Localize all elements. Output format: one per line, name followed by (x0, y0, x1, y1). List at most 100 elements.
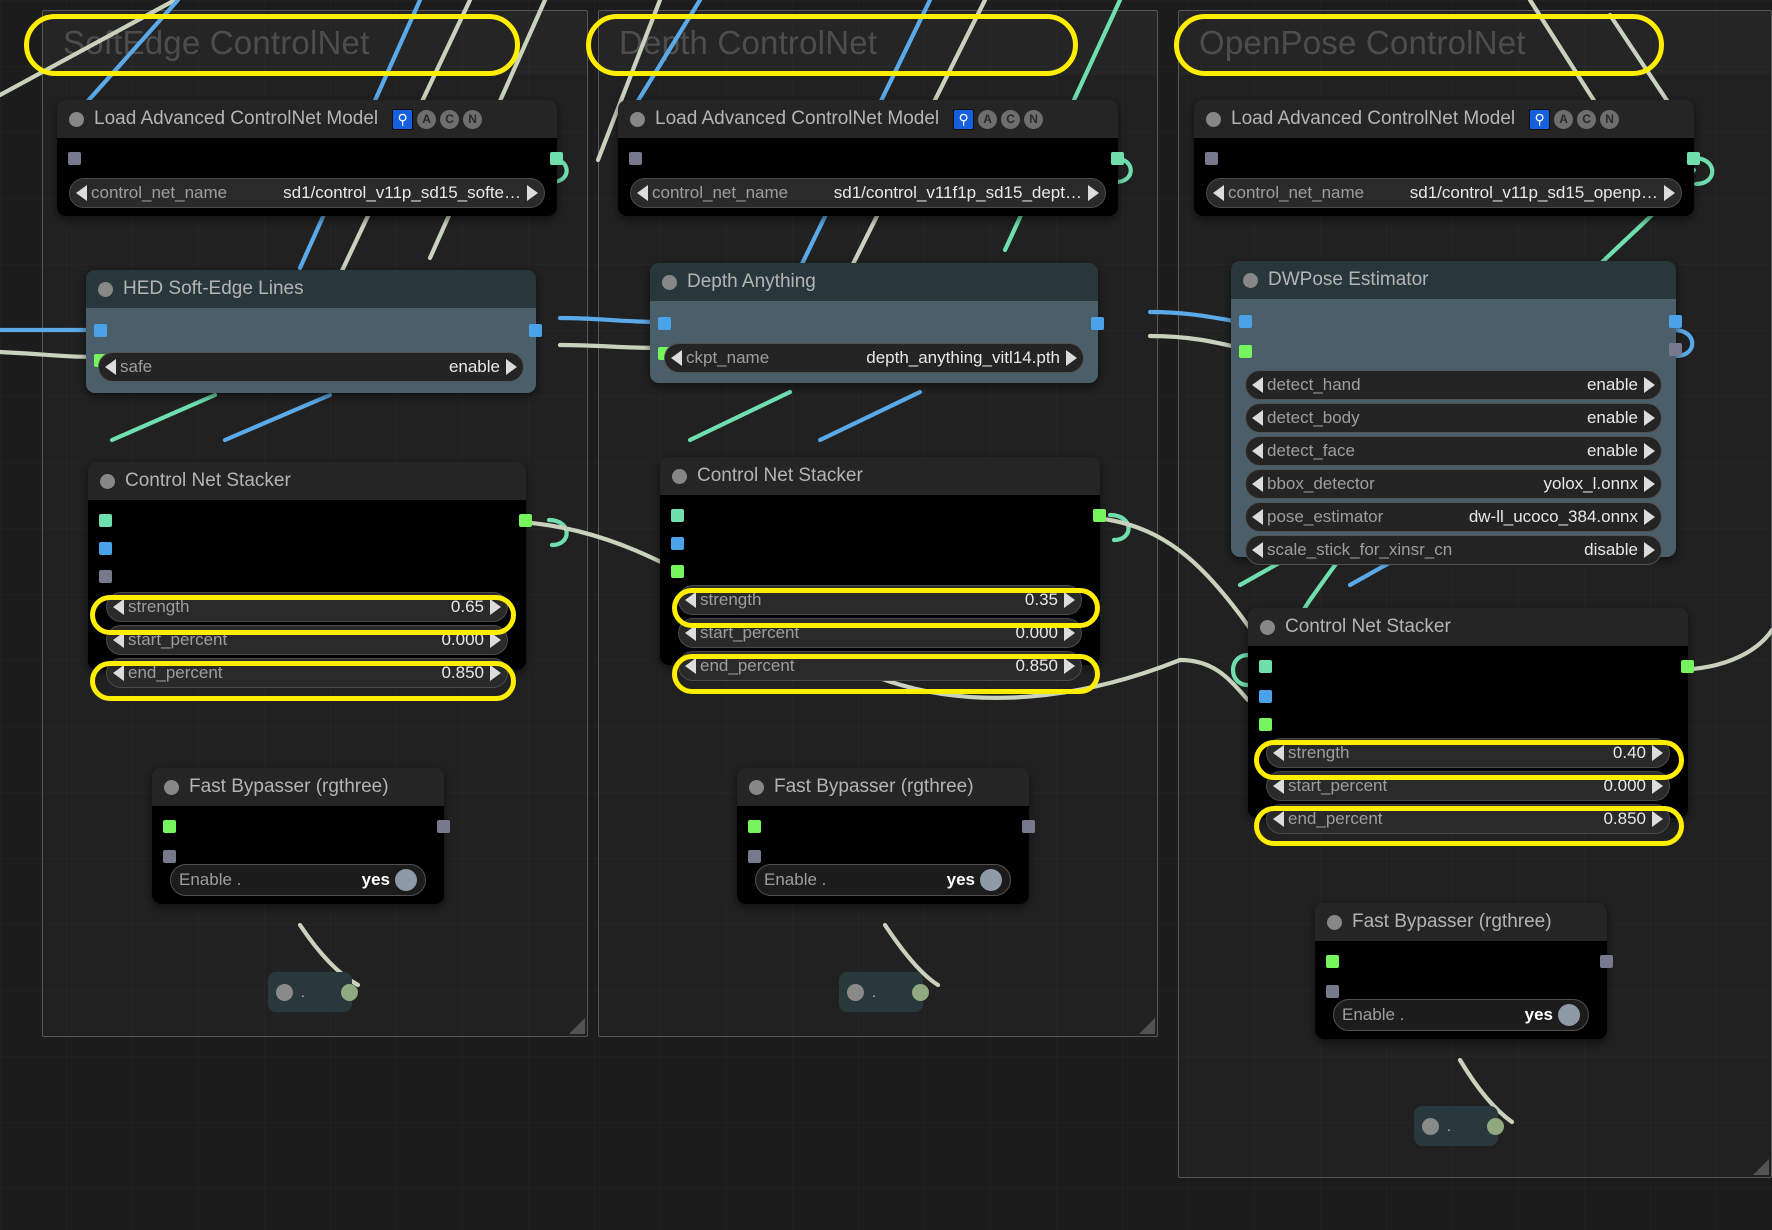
next-arrow-icon[interactable] (1088, 185, 1099, 201)
input-slot-green[interactable] (163, 820, 176, 833)
input-slot-green[interactable] (748, 820, 761, 833)
reroute-output-dot-icon[interactable] (912, 983, 929, 1001)
widget-start-percent[interactable]: start_percent 0.000 (106, 625, 508, 655)
prev-arrow-icon[interactable] (113, 665, 124, 681)
node-load-advanced-controlnet-model-openpose[interactable]: Load Advanced ControlNet Model ⚲ A C N c… (1194, 100, 1700, 216)
input-slot-gray[interactable] (1326, 985, 1339, 998)
collapse-dot-icon[interactable] (98, 281, 113, 297)
input-slot-image[interactable] (99, 542, 112, 555)
widget-enable-toggle[interactable]: Enable . yes (1333, 999, 1589, 1031)
prev-arrow-icon[interactable] (76, 185, 87, 201)
input-slot-gray[interactable] (629, 152, 642, 165)
input-slot-green[interactable] (1259, 718, 1272, 731)
node-title-bar[interactable]: HED Soft-Edge Lines (86, 270, 536, 308)
collapse-dot-icon[interactable] (100, 473, 115, 489)
group-title-depth[interactable]: Depth ControlNet (599, 11, 1157, 75)
prev-arrow-icon[interactable] (113, 632, 124, 648)
input-slot-gray[interactable] (99, 570, 112, 583)
widget-strength[interactable]: strength 0.65 (106, 592, 508, 622)
node-hed-soft-edge-lines[interactable]: HED Soft-Edge Lines safe enable (86, 270, 542, 393)
reroute-output-dot-icon[interactable] (341, 983, 358, 1001)
next-arrow-icon[interactable] (1064, 625, 1075, 641)
next-arrow-icon[interactable] (1652, 778, 1663, 794)
next-arrow-icon[interactable] (1064, 658, 1075, 674)
reroute-input-dot-icon[interactable] (1422, 1117, 1439, 1135)
prev-arrow-icon[interactable] (1252, 476, 1263, 492)
collapse-dot-icon[interactable] (69, 111, 84, 127)
node-title-bar[interactable]: Depth Anything (650, 263, 1098, 301)
prev-arrow-icon[interactable] (1273, 778, 1284, 794)
widget-ckpt-name[interactable]: ckpt_name depth_anything_vitl14.pth (664, 343, 1084, 373)
widget-safe[interactable]: safe enable (98, 352, 524, 382)
next-arrow-icon[interactable] (490, 599, 501, 615)
next-arrow-icon[interactable] (1644, 542, 1655, 558)
reroute-input-dot-icon[interactable] (276, 983, 293, 1001)
toggle-knob-icon[interactable] (980, 869, 1002, 891)
next-arrow-icon[interactable] (1664, 185, 1675, 201)
input-slot-image[interactable] (94, 324, 107, 337)
output-slot-cnet-stack[interactable] (519, 514, 532, 527)
widget-control-net-name[interactable]: control_net_name sd1/control_v11f1p_sd15… (630, 178, 1106, 208)
next-arrow-icon[interactable] (1652, 745, 1663, 761)
node-control-net-stacker-softedge[interactable]: Control Net Stacker strength 0.65 start_… (88, 462, 532, 688)
node-depth-anything[interactable]: Depth Anything ckpt_name depth_anything_… (650, 263, 1104, 383)
node-load-advanced-controlnet-model-softedge[interactable]: Load Advanced ControlNet Model ⚲ A C N c… (57, 100, 563, 216)
collapse-dot-icon[interactable] (1260, 619, 1275, 635)
prev-arrow-icon[interactable] (1252, 443, 1263, 459)
widget-end-percent[interactable]: end_percent 0.850 (106, 658, 508, 688)
reroute-input-dot-icon[interactable] (847, 983, 864, 1001)
widget-detect-face[interactable]: detect_face enable (1245, 436, 1662, 466)
output-slot-image[interactable] (1091, 317, 1104, 330)
widget-scale-stick-for-xinsr-cn[interactable]: scale_stick_for_xinsr_cn disable (1245, 535, 1662, 565)
output-slot-controlnet[interactable] (1111, 152, 1124, 165)
prev-arrow-icon[interactable] (105, 359, 116, 375)
reroute-output-dot-icon[interactable] (1487, 1117, 1504, 1135)
collapse-dot-icon[interactable] (1243, 272, 1258, 288)
group-resize-handle-depth[interactable] (1139, 1018, 1155, 1034)
next-arrow-icon[interactable] (1644, 443, 1655, 459)
node-title-bar[interactable]: Control Net Stacker (88, 462, 526, 500)
input-slot-image[interactable] (671, 537, 684, 550)
input-slot-cnet-stack[interactable] (99, 514, 112, 527)
node-title-bar[interactable]: Fast Bypasser (rgthree) (1315, 903, 1607, 941)
next-arrow-icon[interactable] (1066, 350, 1077, 366)
prev-arrow-icon[interactable] (1213, 185, 1224, 201)
widget-start-percent[interactable]: start_percent 0.000 (1266, 771, 1670, 801)
output-slot-gray[interactable] (1022, 820, 1035, 833)
prev-arrow-icon[interactable] (1252, 542, 1263, 558)
input-slot-image[interactable] (1259, 690, 1272, 703)
collapse-dot-icon[interactable] (672, 468, 687, 484)
widget-strength[interactable]: strength 0.40 (1266, 738, 1670, 768)
next-arrow-icon[interactable] (1644, 476, 1655, 492)
input-slot-green[interactable] (1326, 955, 1339, 968)
output-slot-controlnet[interactable] (1687, 152, 1700, 165)
next-arrow-icon[interactable] (490, 665, 501, 681)
output-slot-controlnet[interactable] (550, 152, 563, 165)
output-slot-cnet-stack[interactable] (1093, 509, 1106, 522)
input-slot-cnet-stack[interactable] (1259, 660, 1272, 673)
output-slot-pose[interactable] (1669, 343, 1682, 356)
input-slot-gray[interactable] (748, 850, 761, 863)
input-slot-gray[interactable] (163, 850, 176, 863)
widget-enable-toggle[interactable]: Enable . yes (755, 864, 1011, 896)
input-slot-image[interactable] (658, 317, 671, 330)
node-title-bar[interactable]: DWPose Estimator (1231, 261, 1676, 299)
prev-arrow-icon[interactable] (685, 625, 696, 641)
node-dwpose-estimator[interactable]: DWPose Estimator detect_hand enable dete… (1231, 261, 1682, 565)
node-fast-bypasser-softedge[interactable]: Fast Bypasser (rgthree) Enable . yes (152, 768, 450, 904)
node-control-net-stacker-depth[interactable]: Control Net Stacker strength 0.35 start_… (660, 457, 1106, 681)
node-map-icon[interactable]: ⚲ (953, 108, 975, 130)
output-slot-image[interactable] (1669, 315, 1682, 328)
collapse-dot-icon[interactable] (662, 274, 677, 290)
widget-enable-toggle[interactable]: Enable . yes (170, 864, 426, 896)
node-title-bar[interactable]: Fast Bypasser (rgthree) (737, 768, 1029, 806)
output-slot-gray[interactable] (1600, 955, 1613, 968)
node-fast-bypasser-depth[interactable]: Fast Bypasser (rgthree) Enable . yes (737, 768, 1035, 904)
widget-strength[interactable]: strength 0.35 (678, 585, 1082, 615)
next-arrow-icon[interactable] (1644, 377, 1655, 393)
input-slot-image[interactable] (1239, 315, 1252, 328)
prev-arrow-icon[interactable] (685, 592, 696, 608)
input-slot-cnet-stack[interactable] (671, 509, 684, 522)
input-slot-extra[interactable] (1239, 345, 1252, 358)
next-arrow-icon[interactable] (506, 359, 517, 375)
